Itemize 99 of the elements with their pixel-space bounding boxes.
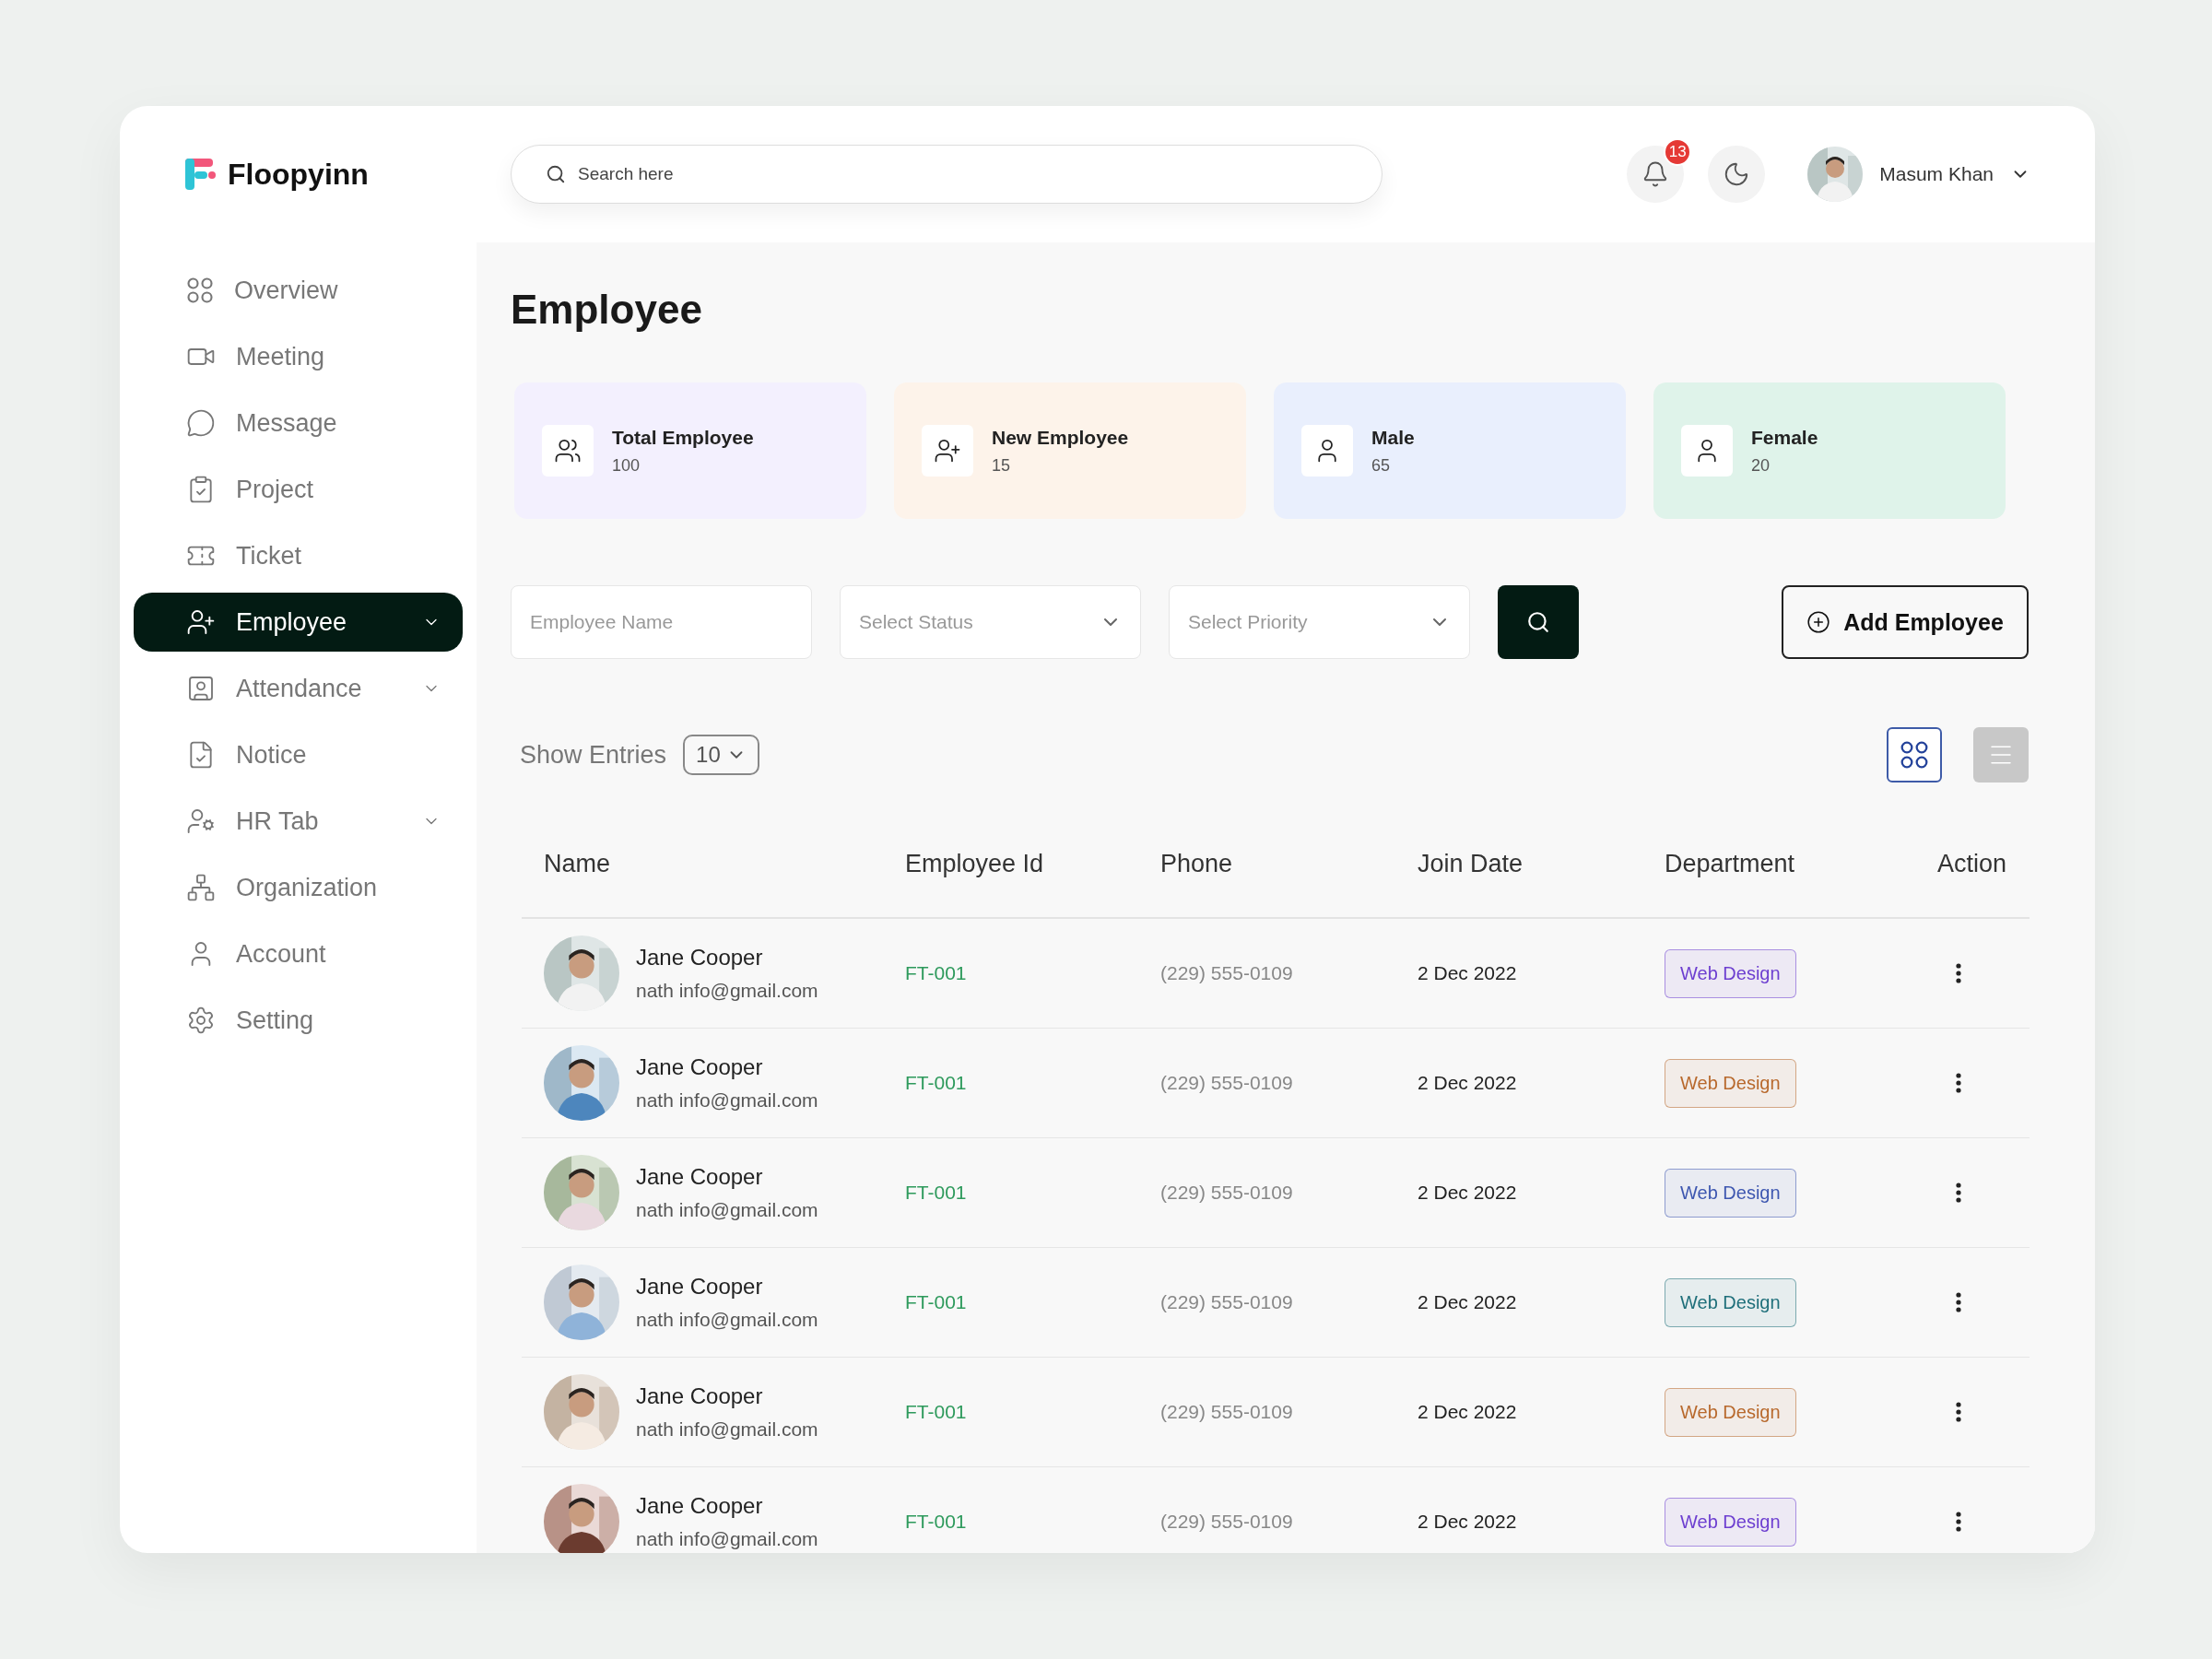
more-icon bbox=[1956, 1292, 1961, 1312]
grid-icon bbox=[186, 276, 214, 304]
join-date-cell-text: 2 Dec 2022 bbox=[1418, 1291, 1518, 1313]
column-header: Employee Id bbox=[905, 849, 1045, 878]
plus-icon bbox=[1806, 610, 1831, 634]
join-date-cell-text: 2 Dec 2022 bbox=[1418, 1072, 1518, 1094]
stat-label: Male bbox=[1371, 426, 1415, 449]
nav-icon bbox=[186, 674, 216, 703]
column-header: Join Date bbox=[1418, 849, 1524, 878]
search-field[interactable]: Search here bbox=[511, 145, 1382, 204]
nav-icon bbox=[186, 408, 216, 438]
employee-id: FT-001 bbox=[905, 1072, 968, 1094]
employee-id: FT-001 bbox=[905, 1182, 968, 1204]
logo-icon bbox=[183, 157, 218, 192]
sidebar-item[interactable]: Organization bbox=[134, 858, 463, 917]
employee-name: Jane Cooper bbox=[636, 1383, 764, 1409]
name-field[interactable]: Employee Name bbox=[511, 585, 812, 659]
join-date-cell-text: 2 Dec 2022 bbox=[1418, 1182, 1518, 1204]
stat-value: 100 bbox=[612, 455, 641, 476]
nav-icon bbox=[186, 806, 216, 836]
sidebar-item[interactable]: Ticket bbox=[134, 526, 463, 585]
entries-label: Show Entries bbox=[520, 740, 667, 770]
employee-email: nath info@gmail.com bbox=[636, 1089, 818, 1112]
search-icon bbox=[546, 164, 566, 184]
employee-email: nath info@gmail.com bbox=[636, 1418, 818, 1441]
stat-label: Total Employee bbox=[612, 426, 754, 449]
employee-email: nath info@gmail.com bbox=[636, 1309, 818, 1331]
department-tag: Web Design bbox=[1665, 948, 1796, 998]
more-button[interactable] bbox=[1956, 1512, 1961, 1532]
more-icon bbox=[1956, 1182, 1961, 1203]
employee-id: FT-001 bbox=[905, 1511, 968, 1533]
join-date-cell-text: 2 Dec 2022 bbox=[1418, 1511, 1518, 1533]
stat-label: New Employee bbox=[992, 426, 1129, 449]
nav-icon bbox=[186, 873, 216, 902]
more-button[interactable] bbox=[1956, 1402, 1961, 1422]
employee-name: Jane Cooper bbox=[636, 945, 764, 971]
employee-name: Jane Cooper bbox=[636, 1493, 764, 1519]
more-button[interactable] bbox=[1956, 1073, 1961, 1093]
column-header: Department bbox=[1665, 849, 1796, 878]
more-icon bbox=[1956, 963, 1961, 983]
employee-email: nath info@gmail.com bbox=[636, 980, 818, 1002]
sidebar-item[interactable]: Overview bbox=[134, 261, 463, 320]
more-icon bbox=[1956, 1073, 1961, 1093]
user-menu[interactable]: Masum Khan bbox=[1807, 147, 2030, 202]
stat-label: Female bbox=[1751, 426, 1818, 449]
employee-email: nath info@gmail.com bbox=[636, 1199, 818, 1221]
phone-cell-text: (229) 555-0109 bbox=[1160, 1291, 1294, 1313]
phone-cell-text: (229) 555-0109 bbox=[1160, 1511, 1294, 1533]
sidebar-item[interactable]: Meeting bbox=[134, 327, 463, 386]
department-tag: Web Design bbox=[1665, 1497, 1796, 1547]
stat-value: 15 bbox=[992, 455, 1012, 476]
notification-badge: 13 bbox=[1664, 138, 1692, 166]
employee-name: Jane Cooper bbox=[636, 1274, 764, 1300]
employee-name: Jane Cooper bbox=[636, 1054, 764, 1080]
select-field[interactable]: Select Priority bbox=[1169, 585, 1470, 659]
search-icon bbox=[1526, 610, 1550, 634]
phone-cell-text: (229) 555-0109 bbox=[1160, 1182, 1294, 1204]
department-tag: Web Design bbox=[1665, 1277, 1796, 1327]
employee-email: nath info@gmail.com bbox=[636, 1528, 818, 1550]
stat-value: 20 bbox=[1751, 455, 1771, 476]
sidebar-item[interactable]: Employee bbox=[134, 593, 463, 652]
search-button[interactable] bbox=[1498, 585, 1579, 659]
department-tag: Web Design bbox=[1665, 1058, 1796, 1108]
sidebar-item[interactable]: Account bbox=[134, 924, 463, 983]
join-date-cell-text: 2 Dec 2022 bbox=[1418, 962, 1518, 984]
department-tag: Web Design bbox=[1665, 1168, 1796, 1218]
select-field[interactable]: Select Status bbox=[840, 585, 1141, 659]
more-icon bbox=[1956, 1402, 1961, 1422]
sidebar-item[interactable]: Setting bbox=[134, 991, 463, 1050]
sidebar-item[interactable]: Attendance bbox=[134, 659, 463, 718]
department-tag: Web Design bbox=[1665, 1387, 1796, 1437]
phone-cell-text: (229) 555-0109 bbox=[1160, 962, 1294, 984]
column-header: Name bbox=[544, 849, 612, 878]
employee-id: FT-001 bbox=[905, 1401, 968, 1423]
phone-cell-text: (229) 555-0109 bbox=[1160, 1072, 1294, 1094]
more-button[interactable] bbox=[1956, 1182, 1961, 1203]
grid-icon bbox=[1900, 740, 1929, 770]
column-header: Action bbox=[1937, 849, 2008, 878]
sidebar-item[interactable]: Project bbox=[134, 460, 463, 519]
more-button[interactable] bbox=[1956, 1292, 1961, 1312]
brand-name: Floopyinn bbox=[228, 157, 369, 192]
employee-id: FT-001 bbox=[905, 962, 968, 984]
column-header: Phone bbox=[1160, 849, 1234, 878]
nav-icon bbox=[186, 1006, 216, 1035]
more-button[interactable] bbox=[1956, 963, 1961, 983]
employee-id: FT-001 bbox=[905, 1291, 968, 1313]
join-date-cell-text: 2 Dec 2022 bbox=[1418, 1401, 1518, 1423]
add-employee-button[interactable]: Add Employee bbox=[1782, 585, 2029, 659]
sidebar-item[interactable]: Message bbox=[134, 394, 463, 453]
more-icon bbox=[1956, 1512, 1961, 1532]
nav-icon bbox=[186, 607, 216, 637]
stat-value: 65 bbox=[1371, 455, 1392, 476]
phone-cell-text: (229) 555-0109 bbox=[1160, 1401, 1294, 1423]
grid-view-button[interactable] bbox=[1887, 727, 1942, 782]
entries-select[interactable]: 10 bbox=[683, 735, 759, 775]
sidebar-item[interactable]: Notice bbox=[134, 725, 463, 784]
page-title: Employee bbox=[511, 287, 703, 333]
employee-name: Jane Cooper bbox=[636, 1164, 764, 1190]
sidebar-item[interactable]: HR Tab bbox=[134, 792, 463, 851]
